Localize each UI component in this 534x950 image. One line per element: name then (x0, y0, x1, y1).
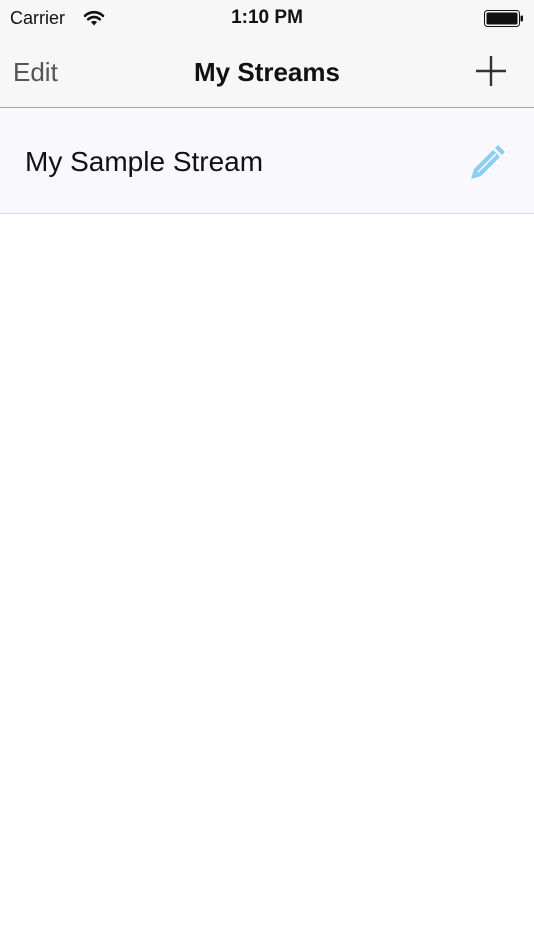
plus-icon[interactable] (472, 52, 510, 90)
battery-icon (484, 10, 523, 27)
stream-list-item[interactable]: My Sample Stream (0, 108, 534, 214)
pencil-icon[interactable] (468, 144, 506, 182)
stream-name: My Sample Stream (25, 146, 264, 177)
page-title: My Streams (194, 57, 340, 87)
navigation-bar: Edit My Streams (0, 38, 534, 108)
status-time: 1:10 PM (231, 7, 303, 28)
status-bar: Carrier 1:10 PM (0, 0, 534, 38)
